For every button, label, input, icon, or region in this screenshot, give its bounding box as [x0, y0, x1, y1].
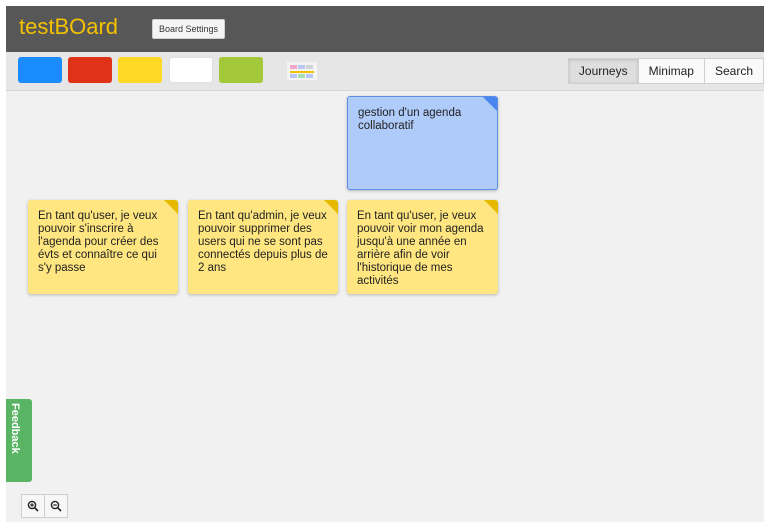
view-tabs: Journeys Minimap Search	[567, 58, 764, 84]
tab-search[interactable]: Search	[703, 58, 764, 84]
story-card[interactable]: En tant qu'user, je veux pouvoir voir mo…	[347, 200, 498, 294]
toolbar: Journeys Minimap Search	[6, 52, 764, 91]
board-window: testBOard Board Settings Journeys Minima…	[6, 6, 764, 522]
zoom-controls	[21, 494, 68, 518]
card-text: En tant qu'admin, je veux pouvoir suppri…	[198, 210, 328, 274]
board-canvas[interactable]: gestion d'un agenda collaboratif En tant…	[6, 91, 764, 522]
feedback-label: Feedback	[9, 403, 21, 454]
color-swatch-red[interactable]	[68, 57, 112, 83]
card-text: En tant qu'user, je veux pouvoir voir mo…	[357, 210, 484, 287]
top-bar: testBOard Board Settings	[6, 6, 764, 52]
card-fold-corner	[324, 200, 338, 214]
app-title: testBOard	[19, 14, 119, 39]
card-fold-corner	[164, 200, 178, 214]
board-settings-button[interactable]: Board Settings	[152, 19, 226, 39]
color-swatch-white[interactable]	[169, 57, 213, 83]
color-grid-icon[interactable]	[287, 62, 317, 80]
story-card[interactable]: En tant qu'user, je veux pouvoir s'inscr…	[28, 200, 178, 294]
card-text: En tant qu'user, je veux pouvoir s'inscr…	[38, 210, 159, 274]
tab-minimap[interactable]: Minimap	[637, 58, 705, 84]
feedback-button[interactable]: Feedback	[6, 399, 32, 482]
story-card[interactable]: gestion d'un agenda collaboratif	[347, 96, 498, 190]
color-swatch-green[interactable]	[219, 57, 263, 83]
card-fold-corner	[484, 200, 498, 214]
tab-journeys[interactable]: Journeys	[567, 58, 639, 84]
color-swatch-yellow[interactable]	[118, 57, 162, 83]
story-card[interactable]: En tant qu'admin, je veux pouvoir suppri…	[188, 200, 338, 294]
card-text: gestion d'un agenda collaboratif	[358, 107, 462, 132]
zoom-out-icon[interactable]	[44, 494, 68, 518]
zoom-in-icon[interactable]	[21, 494, 45, 518]
color-swatch-blue[interactable]	[18, 57, 62, 83]
card-fold-corner	[483, 97, 497, 111]
